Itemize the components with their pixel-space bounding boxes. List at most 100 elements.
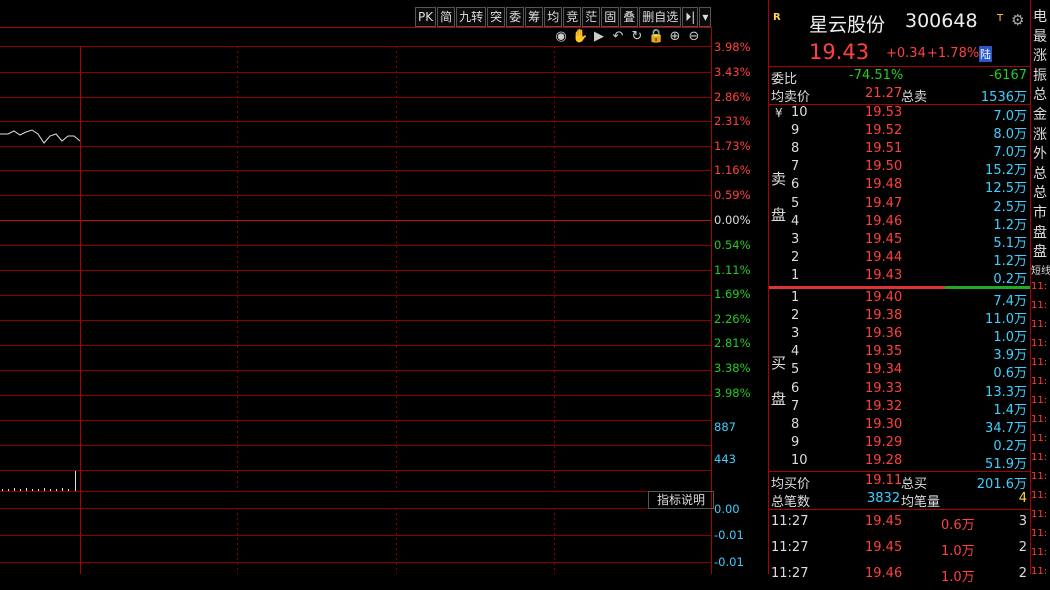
volume-bar (26, 488, 27, 491)
avg-trade-label: 均笔量 (901, 495, 941, 510)
toolbar-button-5[interactable]: 筹 (525, 7, 544, 27)
weibi-label: 委比 (771, 72, 798, 87)
buy-price: 19.34 (865, 362, 903, 378)
buy-level-row[interactable]: 6 19.33 13.3万 (769, 380, 1031, 400)
buy-level: 4 (791, 344, 800, 360)
buy-level-row[interactable]: 4 19.35 3.9万 (769, 344, 1031, 364)
sell-level-row[interactable]: 8 19.51 7.0万 (769, 141, 1031, 160)
sell-level-row[interactable]: 6 19.48 12.5万 (769, 177, 1031, 196)
sell-level-row[interactable]: 10 19.53 7.0万 (769, 105, 1031, 124)
lock-icon[interactable]: 🔒 (648, 29, 664, 44)
price-axis-label: 2.26% (714, 312, 751, 326)
sell-level: 2 (791, 249, 800, 265)
chart-toolbar: PK 简九转突委筹均竞茫固叠删自选 ⏵| ▾ (415, 7, 712, 27)
sell-level-row[interactable]: 2 19.44 1.2万 (769, 249, 1031, 269)
far-right-label: 电 (1033, 9, 1047, 25)
toolbar-button-3[interactable]: 突 (487, 7, 506, 27)
toolbar-button-10[interactable]: 叠 (620, 7, 639, 27)
buy-level: 5 (791, 362, 800, 378)
toolbar-button-6[interactable]: 均 (544, 7, 563, 27)
buy-level-row[interactable]: 3 19.36 1.0万 (769, 326, 1031, 345)
sell-price: 19.43 (865, 267, 903, 283)
far-right-panel: 电最涨振总金涨外总总市盘盘 短线 11: 11: 11: 11: 11: 11: 11: 11:… (1030, 0, 1050, 577)
toolbar-button-1[interactable]: 简 (437, 7, 456, 27)
undo-icon[interactable]: ↶ (610, 29, 626, 44)
indicator-axis-label: -0.01 (714, 528, 744, 542)
avg-buy-price: 19.11 (865, 473, 903, 488)
buy-level-row[interactable]: 10 19.28 51.9万 (769, 453, 1031, 472)
hand-icon[interactable]: ✋ (572, 29, 588, 44)
sell-level: 4 (791, 213, 800, 229)
far-right-time: 11: (1031, 395, 1048, 406)
price-axis-label: 1.16% (714, 163, 751, 177)
toolbar-button-4[interactable]: 委 (506, 7, 525, 27)
sell-level-row[interactable]: 5 19.47 2.5万 (769, 196, 1031, 215)
buy-level-row[interactable]: 2 19.38 11.0万 (769, 308, 1031, 327)
intraday-chart[interactable] (0, 0, 712, 574)
total-trades-label: 总笔数 (771, 495, 811, 510)
toolbar-button-8[interactable]: 茫 (582, 7, 601, 27)
sell-price: 19.50 (865, 159, 903, 175)
sell-level-row[interactable]: 3 19.45 5.1万 (769, 231, 1031, 251)
buy-level-row[interactable]: 7 19.32 1.4万 (769, 398, 1031, 418)
buy-level: 8 (791, 416, 800, 432)
buy-price: 19.32 (865, 398, 903, 414)
toolbar-button-12[interactable]: ⏵| (682, 7, 699, 27)
play-icon[interactable]: ▶ (591, 29, 607, 44)
refresh-icon[interactable]: ↻ (629, 29, 645, 44)
far-right-time: 11: (1031, 471, 1048, 482)
sell-level-row[interactable]: 9 19.52 8.0万 (769, 123, 1031, 142)
gear-icon[interactable]: ⚙ (1011, 11, 1024, 29)
buy-level: 6 (791, 380, 800, 396)
toolbar-button-0[interactable]: PK (415, 7, 437, 27)
sell-level: 6 (791, 177, 800, 193)
sell-volume: 5.1万 (993, 235, 1027, 251)
buy-price: 19.38 (865, 308, 903, 324)
price-axis-label: 3.43% (714, 65, 751, 79)
tick-time: 11:27 (771, 514, 809, 529)
zoom-in-icon[interactable]: ⊕ (667, 29, 683, 44)
tick-row: 11:27 19.46 1.0万 2 (769, 566, 1031, 590)
eye-icon[interactable]: ◉ (553, 29, 569, 44)
price-axis-label: 3.98% (714, 40, 751, 54)
buy-price: 19.30 (865, 416, 903, 432)
sell-level-row[interactable]: 7 19.50 15.2万 (769, 159, 1031, 178)
indicator-help-button[interactable]: 指标说明 (648, 491, 714, 509)
buy-level-row[interactable]: 5 19.34 0.6万 (769, 362, 1031, 382)
volume-bar (44, 488, 45, 491)
sell-volume: 0.2万 (993, 271, 1027, 287)
toolbar-button-7[interactable]: 竞 (563, 7, 582, 27)
weibi-value: -74.51% (849, 68, 904, 83)
t-badge[interactable]: T (997, 13, 1003, 24)
zoom-out-icon[interactable]: ⊖ (686, 29, 702, 44)
buy-level-row[interactable]: 1 19.40 7.4万 (769, 290, 1031, 309)
sell-level-row[interactable]: 1 19.43 0.2万 (769, 267, 1031, 287)
volume-bar (2, 489, 3, 491)
price-line (0, 129, 81, 144)
sell-level: 3 (791, 231, 800, 247)
far-right-label: 盘 (1033, 224, 1047, 241)
toolbar-button-2[interactable]: 九转 (456, 7, 487, 27)
avg-sell-price: 21.27 (865, 86, 903, 101)
tick-volume: 1.0万 (941, 544, 975, 559)
toolbar-button-9[interactable]: 固 (601, 7, 620, 27)
buy-level: 7 (791, 398, 800, 414)
far-right-time: 11: (1031, 281, 1048, 292)
far-right-time: 11: (1031, 376, 1048, 387)
tick-price: 19.45 (865, 514, 903, 529)
far-right-label: 总 (1033, 87, 1047, 104)
toolbar-button-13[interactable]: ▾ (699, 7, 712, 27)
far-right-label: 涨 (1033, 48, 1047, 65)
sell-price: 19.45 (865, 231, 903, 247)
volume-bars (2, 471, 76, 491)
buy-volume: 0.6万 (993, 366, 1027, 382)
price-axis-label: 0.00% (714, 213, 751, 227)
sell-level-row[interactable]: 4 19.46 1.2万 (769, 213, 1031, 233)
toolbar-button-11[interactable]: 删自选 (639, 7, 682, 27)
tick-count: 3 (1018, 514, 1027, 529)
buy-volume: 3.9万 (993, 348, 1027, 364)
far-right-label: 市 (1033, 205, 1047, 221)
buy-level-row[interactable]: 8 19.30 34.7万 (769, 416, 1031, 436)
buy-level-row[interactable]: 9 19.29 0.2万 (769, 435, 1031, 454)
indicator-axis-label: 0.00 (714, 502, 740, 516)
